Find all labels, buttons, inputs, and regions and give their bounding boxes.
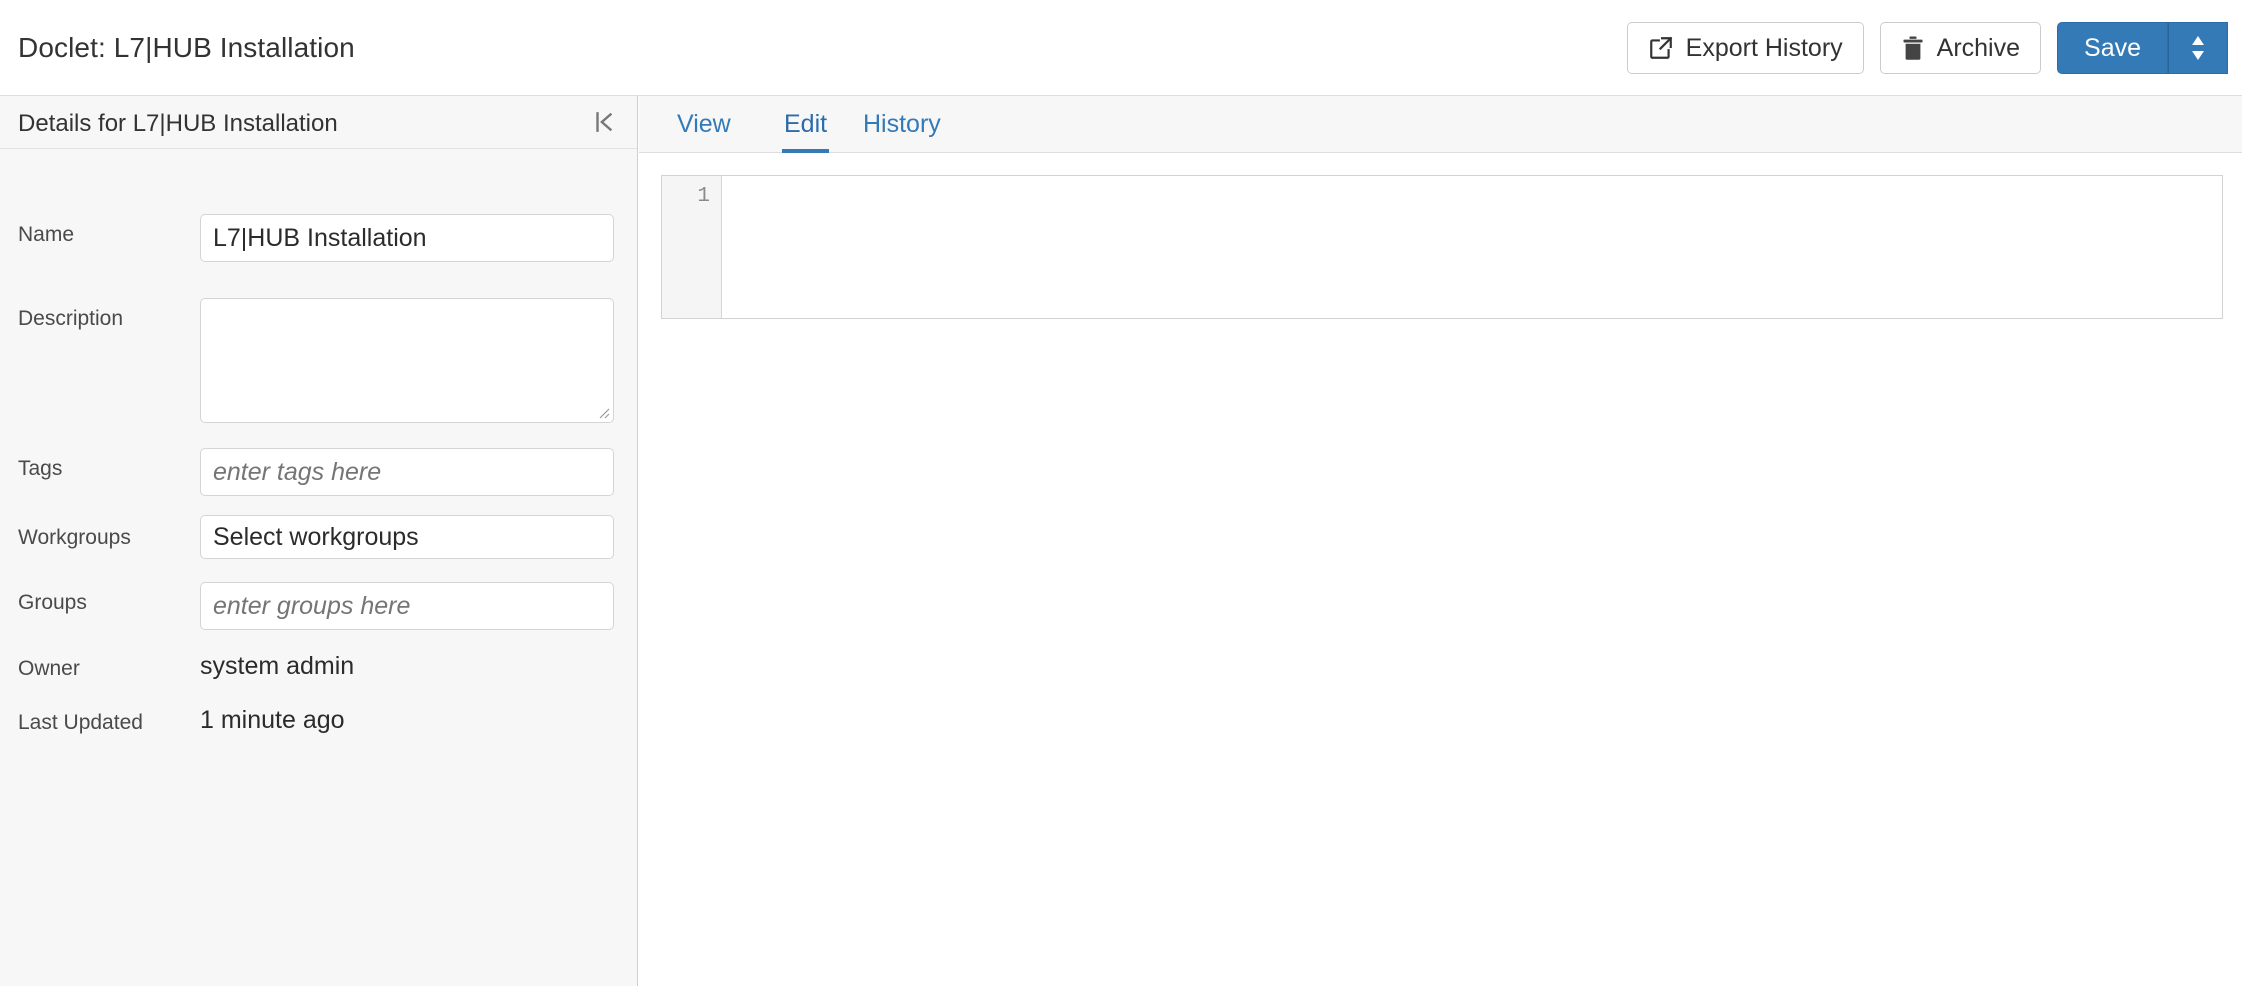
- workgroups-label: Workgroups: [18, 526, 131, 549]
- sidebar-header: Details for L7|HUB Installation: [0, 96, 637, 149]
- sort-caret-icon: [2188, 33, 2208, 63]
- tab-view-label: View: [677, 110, 731, 138]
- tags-label: Tags: [18, 457, 63, 480]
- content-panel: View Edit History 1: [639, 96, 2242, 986]
- editor-line-number-gutter: 1: [662, 176, 722, 318]
- collapse-panel-icon[interactable]: [587, 107, 621, 137]
- tab-history-label: History: [863, 110, 941, 138]
- tab-history[interactable]: History: [861, 96, 943, 153]
- tab-view[interactable]: View: [675, 96, 733, 153]
- tags-input[interactable]: [200, 448, 614, 496]
- field-row-description: Description: [0, 298, 638, 425]
- tab-edit[interactable]: Edit: [782, 96, 830, 153]
- owner-value: system admin: [200, 652, 355, 680]
- trash-icon: [1901, 35, 1925, 61]
- save-button-group: Save: [2057, 22, 2228, 74]
- last-updated-label: Last Updated: [18, 711, 143, 734]
- details-sidebar: Details for L7|HUB Installation Name Des…: [0, 96, 638, 986]
- name-label: Name: [18, 223, 75, 246]
- description-textarea[interactable]: [200, 298, 614, 423]
- sidebar-title: Details for L7|HUB Installation: [18, 110, 338, 137]
- export-history-button[interactable]: Export History: [1626, 22, 1864, 74]
- code-editor[interactable]: 1: [661, 175, 2223, 319]
- save-button[interactable]: Save: [2057, 22, 2168, 74]
- top-header-bar: Doclet: L7|HUB Installation Export Histo…: [0, 0, 2242, 96]
- page-title: Doclet: L7|HUB Installation: [18, 32, 355, 63]
- workgroups-select[interactable]: Select workgroups: [200, 515, 614, 559]
- tab-bar: View Edit History: [639, 96, 2242, 153]
- archive-button[interactable]: Archive: [1879, 22, 2042, 74]
- owner-label: Owner: [18, 657, 80, 680]
- textarea-resize-handle[interactable]: [594, 403, 610, 419]
- groups-label: Groups: [18, 591, 87, 614]
- external-link-icon: [1648, 35, 1674, 61]
- save-label: Save: [2084, 33, 2141, 62]
- tab-edit-label: Edit: [784, 110, 828, 138]
- header-actions: Export History Archive Save: [1626, 22, 2228, 74]
- groups-input[interactable]: [200, 582, 614, 630]
- description-label: Description: [18, 307, 124, 330]
- name-input[interactable]: [200, 214, 614, 262]
- save-dropdown-toggle[interactable]: [2168, 22, 2228, 74]
- archive-label: Archive: [1936, 33, 2021, 62]
- export-history-label: Export History: [1685, 33, 1843, 62]
- editor-text-area[interactable]: [722, 176, 2222, 318]
- last-updated-value: 1 minute ago: [200, 706, 345, 734]
- line-number: 1: [697, 185, 710, 208]
